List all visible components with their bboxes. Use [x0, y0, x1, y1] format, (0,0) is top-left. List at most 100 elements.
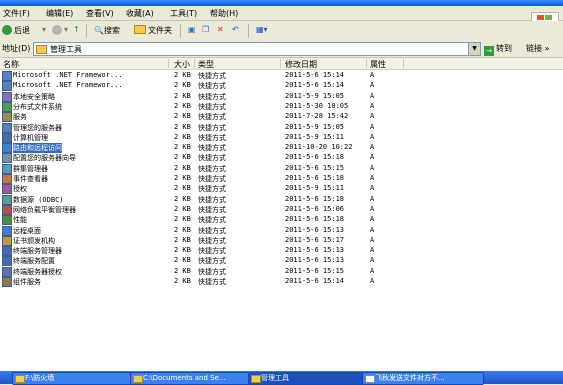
cell-attr: A — [370, 71, 375, 79]
go-arrow-icon: → — [484, 46, 494, 56]
cell-type: 快捷方式 — [198, 278, 226, 286]
cell-size: 2 KB — [174, 81, 191, 90]
copy-to-icon[interactable]: ❐ — [202, 25, 209, 34]
menu-bar: 文件(F) 编辑(E) 查看(V) 收藏(A) 工具(T) 帮助(H) — [0, 6, 563, 30]
cell-date: 2011-5-6 15:06 — [285, 204, 345, 213]
shortcut-icon — [2, 277, 12, 287]
menu-favorites[interactable]: 收藏(A) — [126, 8, 154, 19]
cell-date: 2011-5-30 10:05 — [285, 101, 349, 110]
search-label: 搜索 — [103, 26, 120, 35]
cell-size: 2 KB — [174, 174, 191, 182]
list-header: 名称 大小 类型 修改日期 属性 — [0, 58, 563, 70]
menu-help[interactable]: 帮助(H) — [210, 8, 238, 19]
cell-size: 2 KB — [174, 91, 191, 100]
cell-attr: A — [370, 91, 375, 100]
column-attributes[interactable]: 属性 — [370, 59, 386, 70]
cell-attr: A — [370, 194, 375, 203]
go-label: 转到 — [496, 44, 512, 53]
taskbar-label: 飞秋发送文件对方不... — [375, 374, 445, 382]
column-divider[interactable] — [194, 59, 195, 68]
cell-attr: A — [370, 204, 375, 213]
toolbar-separator — [86, 24, 87, 38]
folders-label: 文件夹 — [148, 26, 172, 35]
back-label: 后退 — [14, 26, 30, 35]
cell-date: 2011-5-6 15:18 — [285, 153, 345, 162]
views-icon[interactable]: ▦▾ — [256, 25, 268, 34]
address-input[interactable]: 管理工具 ▼ — [33, 42, 481, 56]
column-divider[interactable] — [280, 59, 281, 68]
folder-icon — [36, 45, 47, 54]
taskbar-label: C:\Documents and Se... — [143, 374, 226, 382]
table-row[interactable]: 组件服务 2 KB 快捷方式 2011-5-6 15:14 A — [0, 276, 563, 287]
column-divider[interactable] — [403, 59, 404, 68]
address-label: 地址(D) — [2, 44, 31, 53]
cell-size: 2 KB — [174, 71, 191, 79]
cell-date: 2011-5-6 15:13 — [285, 225, 345, 234]
cell-attr: A — [370, 174, 375, 182]
back-dropdown-icon[interactable]: ▾ — [42, 25, 46, 34]
cell-date: 2011-5-9 15:11 — [285, 132, 345, 141]
links-button[interactable]: 链接 » — [526, 43, 549, 54]
forward-dropdown-icon[interactable]: ▾ — [64, 25, 68, 34]
cell-attr: A — [370, 81, 375, 90]
cell-size: 2 KB — [174, 153, 191, 162]
cell-date: 2011-5-6 15:14 — [285, 81, 345, 90]
search-button[interactable]: 🔍搜索 — [94, 25, 120, 36]
cell-date: 2011-5-9 15:05 — [285, 91, 345, 100]
cell-date: 2011-10-20 10:22 — [285, 143, 353, 152]
menu-view[interactable]: 查看(V) — [86, 8, 114, 19]
cell-size: 2 KB — [174, 163, 191, 172]
forward-button[interactable] — [52, 25, 64, 35]
column-type[interactable]: 类型 — [198, 59, 214, 70]
menu-tools[interactable]: 工具(T) — [170, 8, 197, 19]
file-list: 名称 大小 类型 修改日期 属性 Microsoft .NET Framewor… — [0, 58, 563, 371]
address-value: 管理工具 — [50, 45, 82, 54]
taskbar-button-feiq[interactable]: 飞秋发送文件对方不... — [362, 372, 484, 385]
address-dropdown-icon[interactable]: ▼ — [468, 43, 480, 55]
move-to-icon[interactable]: ▣ — [188, 25, 196, 34]
cell-date: 2011-7-28 15:42 — [285, 112, 349, 121]
delete-icon[interactable]: ✕ — [217, 25, 224, 34]
cell-size: 2 KB — [174, 143, 191, 152]
links-label: 链接 — [526, 44, 542, 53]
taskbar-button-admin-tools[interactable]: 管理工具 — [248, 372, 368, 385]
up-folder-icon[interactable]: ↑ — [73, 25, 80, 34]
cell-attr: A — [370, 143, 375, 152]
cell-size: 2 KB — [174, 184, 191, 193]
forward-arrow-icon — [52, 25, 62, 35]
folders-button[interactable]: 文件夹 — [134, 25, 172, 36]
cell-attr: A — [370, 101, 375, 110]
undo-icon[interactable]: ↶ — [232, 25, 239, 34]
menu-file[interactable]: 文件(F) — [3, 8, 30, 19]
cell-attr: A — [370, 246, 375, 255]
menu-edit[interactable]: 编辑(E) — [46, 8, 73, 19]
column-size[interactable]: 大小 — [174, 59, 190, 70]
column-date[interactable]: 修改日期 — [285, 59, 317, 70]
taskbar-label: F:\防火墙 — [25, 374, 55, 382]
cell-size: 2 KB — [174, 277, 191, 285]
cell-date: 2011-5-6 15:15 — [285, 266, 345, 275]
address-bar: 地址(D) 管理工具 ▼ → 转到 链接 » — [0, 40, 563, 58]
cell-date: 2011-5-6 15:14 — [285, 71, 345, 79]
cell-attr: A — [370, 235, 375, 244]
back-button[interactable]: 后退 — [2, 25, 30, 36]
cell-attr: A — [370, 215, 375, 224]
cell-size: 2 KB — [174, 215, 191, 224]
document-icon — [365, 375, 375, 383]
column-divider[interactable] — [366, 59, 367, 68]
toolbar-separator — [180, 24, 181, 38]
cell-name: Microsoft .NET Framewor... — [13, 71, 123, 79]
cell-size: 2 KB — [174, 246, 191, 255]
taskbar-button-documents[interactable]: C:\Documents and Se... — [130, 372, 256, 385]
cell-attr: A — [370, 122, 375, 131]
cell-attr: A — [370, 184, 375, 193]
standard-toolbar: 后退 ▾ ▾ ↑ 🔍搜索 文件夹 ▣ ❐ ✕ ↶ ▦▾ — [0, 21, 563, 41]
go-button[interactable]: → 转到 — [484, 43, 512, 56]
cell-size: 2 KB — [174, 235, 191, 244]
column-divider[interactable] — [168, 59, 169, 68]
cell-attr: A — [370, 132, 375, 141]
back-arrow-icon — [2, 25, 12, 35]
column-name[interactable]: 名称 — [3, 59, 19, 70]
taskbar-button-firewall[interactable]: F:\防火墙 — [12, 372, 136, 385]
cell-size: 2 KB — [174, 101, 191, 110]
